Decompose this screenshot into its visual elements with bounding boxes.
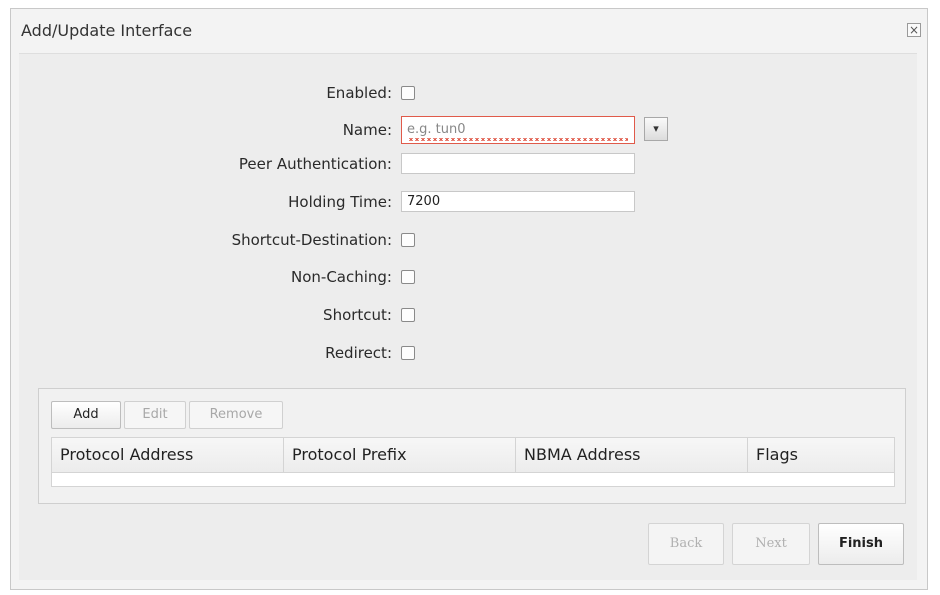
enabled-row: Enabled: [0,82,640,108]
non-caching-label: Non-Caching: [291,268,392,286]
chevron-down-icon[interactable]: ▾ [644,117,668,141]
table-header: Protocol Address Protocol Prefix NBMA Ad… [52,438,894,473]
shortcut-destination-label: Shortcut-Destination: [231,231,392,249]
column-header-protocol-address[interactable]: Protocol Address [52,438,284,472]
enabled-checkbox[interactable] [401,86,415,100]
back-button[interactable]: Back [648,523,724,565]
name-row: Name: e.g. tun0 [0,116,640,144]
edit-button[interactable]: Edit [124,401,186,429]
shortcut-destination-row: Shortcut-Destination: [0,229,640,255]
name-combobox-input[interactable]: e.g. tun0 [401,116,635,144]
peer-authentication-row: Peer Authentication: [0,153,640,179]
shortcut-row: Shortcut: [0,304,640,330]
shortcut-label: Shortcut: [323,306,392,324]
invalid-underline [408,138,628,141]
column-header-flags[interactable]: Flags [748,438,894,472]
redirect-checkbox[interactable] [401,346,415,360]
enabled-label: Enabled: [326,84,392,102]
holding-time-input[interactable]: 7200 [401,191,635,212]
close-icon[interactable]: × [907,23,921,37]
column-header-nbma-address[interactable]: NBMA Address [516,438,748,472]
remove-button[interactable]: Remove [189,401,283,429]
non-caching-checkbox[interactable] [401,270,415,284]
peer-authentication-label: Peer Authentication: [238,155,392,173]
redirect-row: Redirect: [0,342,640,368]
column-header-protocol-prefix[interactable]: Protocol Prefix [284,438,516,472]
finish-button[interactable]: Finish [818,523,904,565]
shortcut-checkbox[interactable] [401,308,415,322]
non-caching-row: Non-Caching: [0,266,640,292]
holding-time-row: Holding Time: 7200 [0,191,640,217]
nhrp-map-grid-panel: Add Edit Remove Protocol Address Protoco… [38,388,906,504]
shortcut-destination-checkbox[interactable] [401,233,415,247]
dialog-title: Add/Update Interface [21,21,193,40]
add-button[interactable]: Add [51,401,121,429]
nhrp-map-table: Protocol Address Protocol Prefix NBMA Ad… [51,437,895,487]
dialog-titlebar: Add/Update Interface × [11,9,927,53]
peer-authentication-input[interactable] [401,153,635,174]
redirect-label: Redirect: [325,344,392,362]
holding-time-label: Holding Time: [288,193,392,211]
name-placeholder: e.g. tun0 [407,122,466,137]
name-label: Name: [342,121,392,139]
next-button[interactable]: Next [732,523,810,565]
